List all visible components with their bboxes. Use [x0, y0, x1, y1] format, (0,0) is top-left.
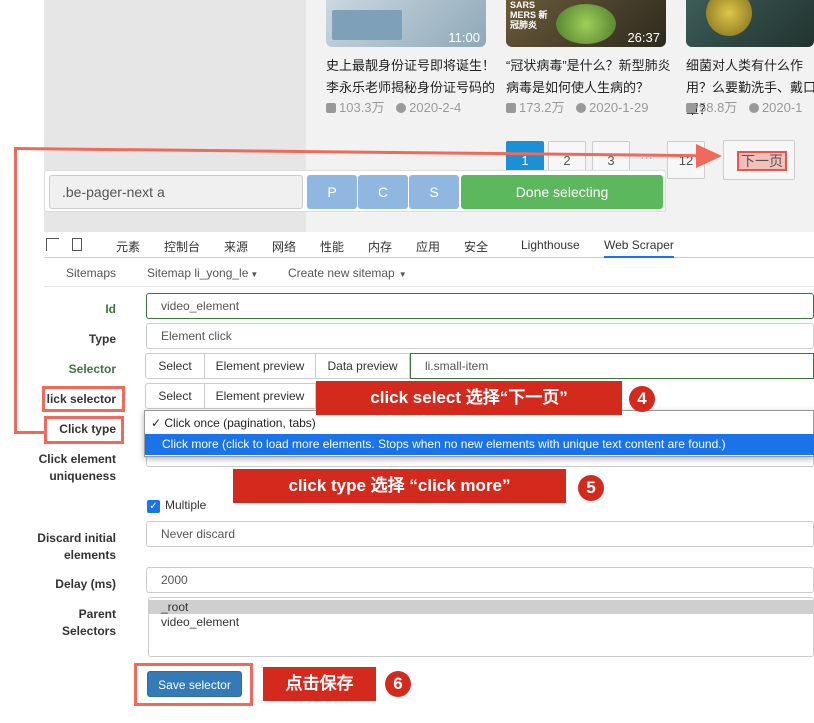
- play-count-icon: [506, 103, 516, 113]
- label-uniqueness-1: Click element: [38, 452, 116, 466]
- nav-sitemap-dropdown[interactable]: Sitemap li_yong_le ▼: [147, 266, 258, 280]
- tab-lighthouse[interactable]: Lighthouse: [521, 238, 580, 252]
- option-click-more[interactable]: Click more (click to load more elements.…: [145, 434, 814, 455]
- tab-web-scraper[interactable]: Web Scraper: [604, 238, 674, 258]
- caret-down-icon: ▼: [398, 270, 407, 279]
- clock-icon: [576, 103, 587, 113]
- step-5-badge: 5: [578, 475, 604, 501]
- selector-select-button[interactable]: Select: [145, 353, 205, 379]
- label-discard-2: elements: [63, 548, 116, 562]
- caret-down-icon: ▼: [250, 270, 259, 279]
- label-parent-1: Parent: [78, 607, 116, 621]
- video-duration: 11:00: [448, 30, 480, 45]
- callout-step-5: click type 选择 “click more”: [233, 469, 566, 503]
- video-thumbnail[interactable]: 11:00: [326, 0, 486, 47]
- delay-input[interactable]: 2000: [146, 567, 814, 593]
- callout-step-6: 点击保存: [263, 667, 376, 701]
- click-selector-element-preview-button[interactable]: Element preview: [204, 383, 316, 409]
- highlight-click-type: [44, 416, 124, 444]
- label-selector: Selector: [68, 362, 116, 376]
- label-discard-1: Discard initial: [37, 531, 116, 545]
- select-child-button[interactable]: C: [358, 175, 408, 209]
- video-views: 58.8万: [699, 100, 738, 115]
- type-select[interactable]: Element click: [146, 323, 814, 349]
- nav-create-label: Create new sitemap: [288, 266, 395, 280]
- video-title[interactable]: “冠状病毒”是什么？新型肺炎病毒是如何使人生病的？: [506, 55, 676, 99]
- video-thumbnail[interactable]: SARS MERS 新冠肺炎 26:37: [506, 0, 666, 47]
- label-uniqueness-2: uniqueness: [49, 469, 116, 483]
- multiple-label: Multiple: [165, 498, 207, 512]
- css-selector-input[interactable]: .be-pager-next a: [49, 175, 303, 209]
- video-date: 2020-2-4: [409, 100, 462, 115]
- clock-icon: [748, 103, 759, 113]
- tab-console[interactable]: 控制台: [164, 238, 200, 255]
- video-views: 103.3万: [339, 100, 385, 115]
- video-card[interactable]: 细菌对人类有什么作用？么要勤洗手、戴口罩？ 58.8万 2020-1: [686, 0, 814, 117]
- tab-security[interactable]: 安全: [464, 238, 488, 255]
- tab-performance[interactable]: 性能: [320, 238, 344, 255]
- multiple-checkbox[interactable]: ✓: [147, 500, 160, 513]
- step-6-badge: 6: [385, 671, 411, 697]
- tab-application[interactable]: 应用: [416, 238, 440, 255]
- form-labels: Id Type Selector lick selector Click typ…: [37, 232, 116, 723]
- highlight-save-button: [134, 663, 253, 706]
- annotation-connector: [14, 147, 17, 433]
- selector-data-preview-button[interactable]: Data preview: [315, 353, 410, 379]
- pager-next-label: 下一页: [737, 151, 787, 171]
- label-type: Type: [88, 332, 116, 346]
- pager-next-button[interactable]: 下一页: [723, 140, 795, 180]
- option-click-once[interactable]: ✓ Click once (pagination, tabs): [145, 413, 814, 434]
- video-meta: 103.3万 2020-2-4: [326, 97, 506, 116]
- annotation-connector: [14, 431, 44, 434]
- nav-sitemap-label: Sitemap li_yong_le: [147, 266, 249, 280]
- nav-create-sitemap[interactable]: Create new sitemap ▼: [288, 266, 407, 280]
- selector-toolbar: .be-pager-next a P C S Done selecting: [44, 170, 666, 212]
- step-4-badge: 4: [629, 386, 655, 412]
- video-card[interactable]: 11:00 史上最靓身份证号即将诞生！李永乐老师揭秘身份证号码的 103.3万 …: [326, 0, 496, 115]
- tab-network[interactable]: 网络: [272, 238, 296, 255]
- label-parent-2: Selectors: [61, 624, 116, 638]
- arrow-head-icon: [696, 144, 722, 168]
- label-delay: Delay (ms): [55, 577, 116, 591]
- play-count-icon: [326, 103, 336, 113]
- web-scraper-nav: Sitemaps Sitemap li_yong_le ▼ Create new …: [44, 259, 814, 287]
- select-sibling-button[interactable]: S: [409, 175, 459, 209]
- play-count-icon: [686, 103, 696, 113]
- devtools-tab-bar: 元素 控制台 来源 网络 性能 内存 应用 安全 Lighthouse Web …: [44, 232, 814, 258]
- parent-option[interactable]: _root: [149, 600, 814, 614]
- video-date: 2020-1: [761, 100, 803, 115]
- video-title[interactable]: 史上最靓身份证号即将诞生！李永乐老师揭秘身份证号码的: [326, 55, 496, 99]
- parent-selectors-list[interactable]: _root video_element: [148, 597, 814, 657]
- thumbnail-text: SARS MERS 新冠肺炎: [510, 0, 548, 30]
- selector-input[interactable]: li.small-item: [410, 353, 814, 379]
- click-type-dropdown[interactable]: ✓ Click once (pagination, tabs) Click mo…: [144, 410, 814, 457]
- click-selector-select-button[interactable]: Select: [145, 383, 205, 409]
- callout-step-4: click select 选择“下一页”: [316, 381, 622, 415]
- tab-sources[interactable]: 来源: [224, 238, 248, 255]
- tab-memory[interactable]: 内存: [368, 238, 392, 255]
- clock-icon: [396, 103, 407, 113]
- video-date: 2020-1-29: [589, 100, 649, 115]
- video-duration: 26:37: [627, 30, 660, 45]
- selector-element-preview-button[interactable]: Element preview: [204, 353, 316, 379]
- video-meta: 173.2万 2020-1-29: [506, 97, 686, 116]
- tab-elements[interactable]: 元素: [116, 238, 140, 255]
- highlight-click-selector: [42, 386, 125, 412]
- done-selecting-button[interactable]: Done selecting: [461, 175, 663, 209]
- video-card[interactable]: SARS MERS 新冠肺炎 26:37 “冠状病毒”是什么？新型肺炎病毒是如何…: [506, 0, 676, 115]
- video-thumbnail[interactable]: [686, 0, 814, 47]
- select-parent-button[interactable]: P: [307, 175, 357, 209]
- parent-option[interactable]: video_element: [149, 615, 814, 629]
- discard-select[interactable]: Never discard: [146, 521, 814, 547]
- video-meta: 58.8万 2020-1: [686, 97, 814, 116]
- video-views: 173.2万: [519, 100, 565, 115]
- label-id: Id: [105, 302, 116, 316]
- pager-ellipsis: ···: [640, 150, 653, 165]
- id-input[interactable]: video_element: [146, 293, 814, 319]
